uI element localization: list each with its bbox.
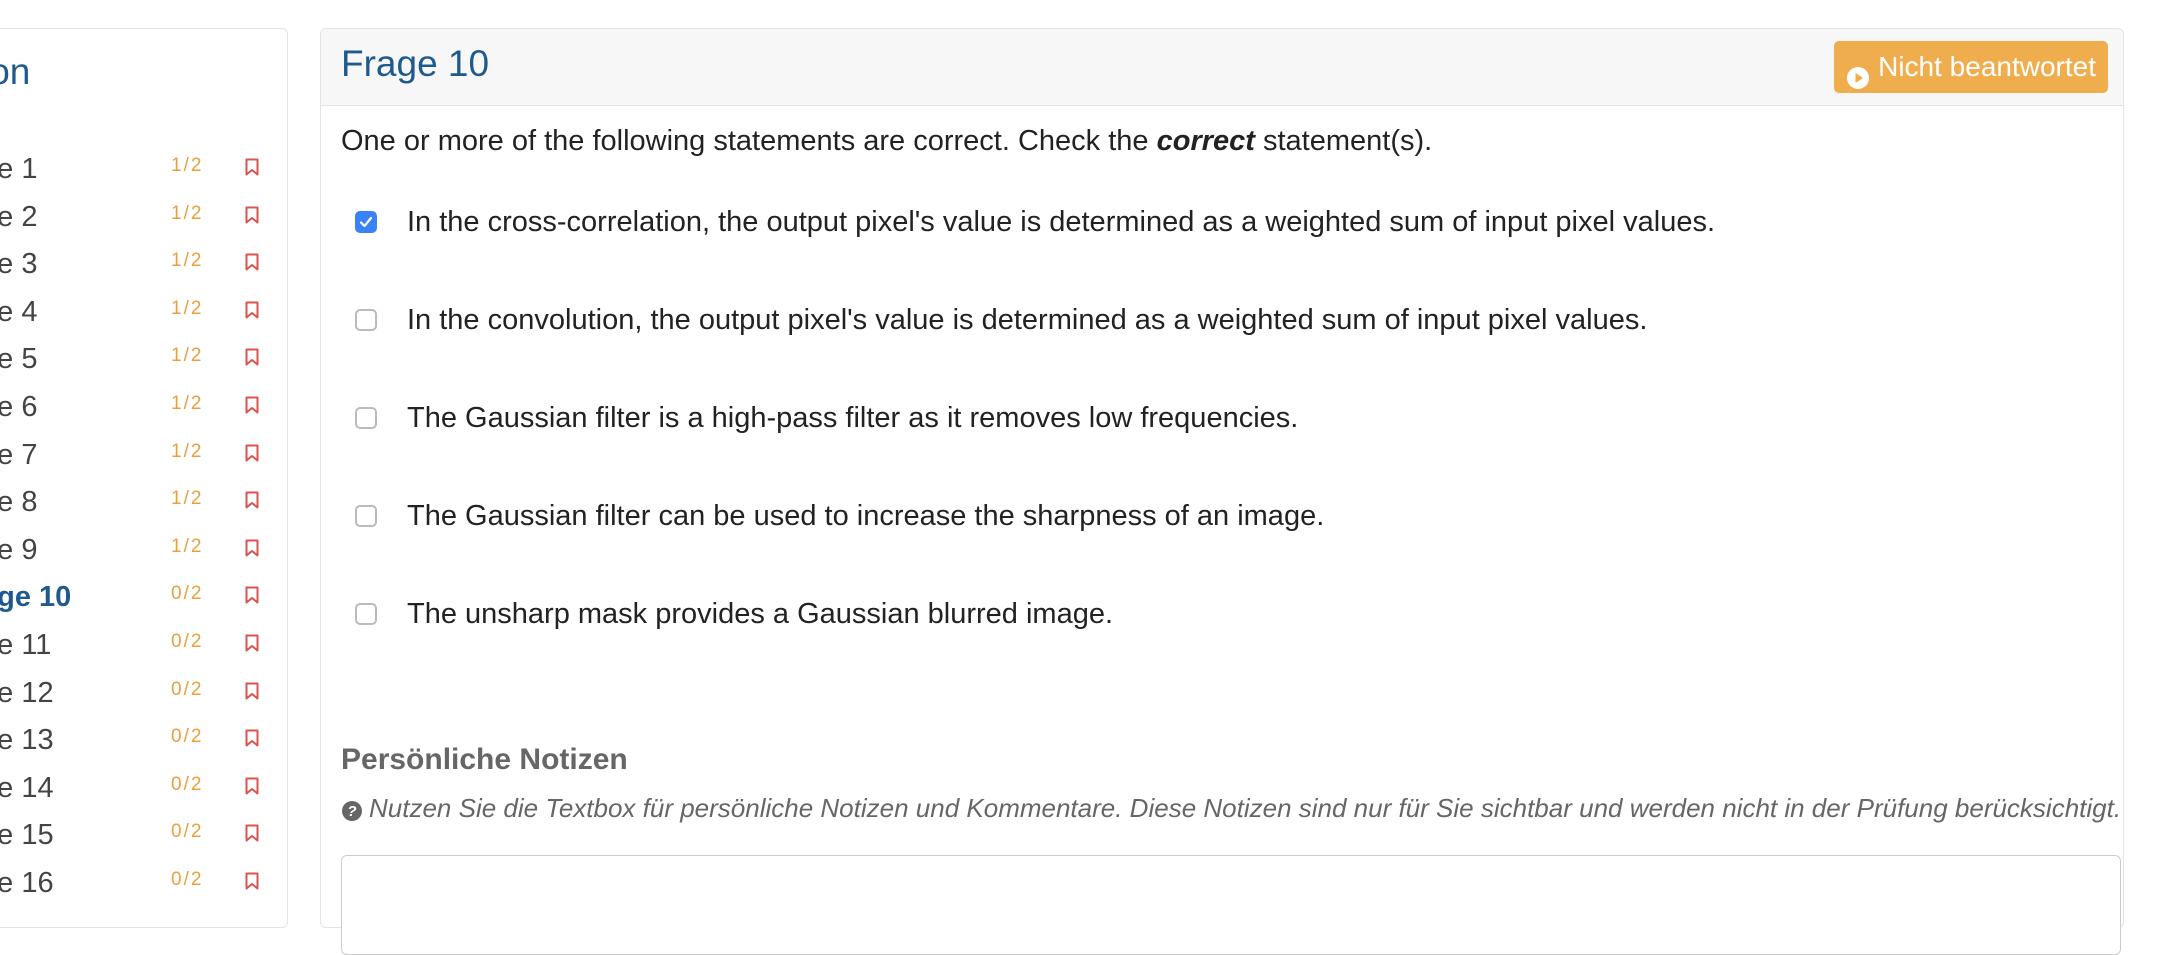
- question-nav-list: ge 1 1/2 ge 2 1/2 ge 3 1/2 ge 4 1/2 ge 5 1/2 ge 6 1…: [0, 145, 287, 907]
- bookmark-icon[interactable]: [245, 158, 259, 176]
- sidebar-item-score: 0/2: [171, 678, 204, 700]
- sidebar-item-score: 0/2: [171, 726, 204, 748]
- answer-option-5[interactable]: The unsharp mask provides a Gaussian blu…: [355, 591, 1715, 689]
- sidebar-item-5[interactable]: ge 5 1/2: [0, 335, 287, 383]
- sidebar-item-3[interactable]: ge 3 1/2: [0, 240, 287, 288]
- option-checkbox[interactable]: [355, 309, 377, 331]
- option-checkbox[interactable]: [355, 505, 377, 527]
- option-text: In the convolution, the output pixel's v…: [407, 304, 1648, 336]
- sidebar-item-8[interactable]: ge 8 1/2: [0, 478, 287, 526]
- answer-option-4[interactable]: The Gaussian filter can be used to incre…: [355, 493, 1715, 591]
- sidebar-item-10[interactable]: age 10 0/2: [0, 573, 287, 621]
- sidebar-item-label: ge 5: [0, 343, 38, 376]
- sidebar-title: ion: [0, 51, 31, 92]
- bookmark-icon[interactable]: [245, 777, 259, 795]
- sidebar-item-score: 1/2: [171, 155, 204, 176]
- sidebar-item-label: ge 7: [0, 438, 38, 471]
- bookmark-icon[interactable]: [245, 348, 259, 366]
- svg-text:?: ?: [347, 803, 356, 820]
- sidebar-item-score: 0/2: [171, 630, 204, 652]
- sidebar-item-score: 1/2: [171, 440, 204, 462]
- status-badge: Nicht beantwortet: [1834, 41, 2108, 93]
- bookmark-icon[interactable]: [245, 396, 259, 414]
- sidebar-item-score: 1/2: [171, 392, 204, 414]
- sidebar-item-15[interactable]: ge 15 0/2: [0, 811, 287, 859]
- bookmark-icon[interactable]: [245, 824, 259, 842]
- sidebar-item-label: ge 16: [0, 866, 54, 899]
- sidebar-item-label: age 10: [0, 581, 72, 614]
- sidebar-item-score: 1/2: [171, 488, 204, 510]
- sidebar-item-score: 0/2: [171, 868, 204, 890]
- bookmark-icon[interactable]: [245, 634, 259, 652]
- sidebar-item-label: ge 11: [0, 628, 52, 661]
- sidebar-item-7[interactable]: ge 7 1/2: [0, 431, 287, 479]
- question-circle-icon: ?: [341, 798, 363, 821]
- sidebar-item-label: ge 12: [0, 676, 54, 709]
- play-circle-icon: [1846, 55, 1870, 89]
- option-checkbox[interactable]: [355, 211, 377, 233]
- sidebar-item-score: 1/2: [171, 250, 204, 272]
- bookmark-icon[interactable]: [245, 444, 259, 462]
- sidebar-item-11[interactable]: ge 11 0/2: [0, 621, 287, 669]
- sidebar-item-score: 1/2: [171, 202, 204, 224]
- bookmark-icon[interactable]: [245, 491, 259, 509]
- bookmark-icon[interactable]: [245, 729, 259, 747]
- answer-option-2[interactable]: In the convolution, the output pixel's v…: [355, 297, 1715, 395]
- bookmark-icon[interactable]: [245, 253, 259, 271]
- sidebar-item-14[interactable]: ge 14 0/2: [0, 764, 287, 812]
- status-badge-label: Nicht beantwortet: [1878, 51, 2096, 82]
- answer-option-1[interactable]: In the cross-correlation, the output pix…: [355, 199, 1715, 297]
- bookmark-icon[interactable]: [245, 301, 259, 319]
- sidebar-item-9[interactable]: ge 9 1/2: [0, 526, 287, 574]
- sidebar-item-label: ge 15: [0, 819, 54, 852]
- sidebar-item-12[interactable]: ge 12 0/2: [0, 669, 287, 717]
- question-title: Frage 10: [341, 43, 490, 84]
- notes-title: Persönliche Notizen: [341, 743, 628, 776]
- instruction-emphasis: correct: [1156, 125, 1255, 157]
- option-checkbox[interactable]: [355, 407, 377, 429]
- sidebar-item-label: ge 1: [0, 153, 38, 185]
- sidebar-item-label: ge 14: [0, 771, 54, 804]
- sidebar-item-label: ge 3: [0, 248, 38, 281]
- sidebar-item-label: ge 13: [0, 724, 54, 757]
- instruction-suffix: statement(s).: [1254, 125, 1433, 157]
- bookmark-icon[interactable]: [245, 682, 259, 700]
- sidebar-item-1[interactable]: ge 1 1/2: [0, 145, 287, 193]
- question-card: Frage 10 Nicht beantwortet One or more o…: [320, 28, 2124, 955]
- sidebar-item-score: 1/2: [171, 345, 204, 367]
- option-text: The Gaussian filter can be used to incre…: [407, 500, 1325, 532]
- sidebar-item-label: ge 2: [0, 200, 38, 233]
- sidebar-item-4[interactable]: ge 4 1/2: [0, 288, 287, 336]
- question-navigation-sidebar: ion ge 11/2ge 21/2ge 31/2ge 41/2ge 51/2g…: [0, 28, 288, 928]
- sidebar-item-score: 1/2: [171, 297, 204, 319]
- sidebar-item-score: 0/2: [171, 821, 204, 843]
- notes-textbox[interactable]: [341, 855, 2121, 955]
- option-text: The unsharp mask provides a Gaussian blu…: [407, 598, 1114, 630]
- answer-option-3[interactable]: The Gaussian filter is a high-pass filte…: [355, 395, 1715, 493]
- answer-options: In the cross-correlation, the output pix…: [355, 199, 1715, 689]
- notes-help: ? Nutzen Sie die Textbox für persönliche…: [341, 793, 2121, 824]
- notes-help-text: Nutzen Sie die Textbox für persönliche N…: [369, 793, 2122, 823]
- option-checkbox[interactable]: [355, 603, 377, 625]
- sidebar-item-label: ge 9: [0, 533, 38, 566]
- sidebar-item-label: ge 6: [0, 390, 38, 423]
- bookmark-icon[interactable]: [245, 206, 259, 224]
- bookmark-icon[interactable]: [245, 586, 259, 604]
- option-text: The Gaussian filter is a high-pass filte…: [407, 402, 1299, 434]
- sidebar-item-16[interactable]: ge 16 0/2: [0, 859, 287, 907]
- bookmark-icon[interactable]: [245, 539, 259, 557]
- sidebar-item-6[interactable]: ge 6 1/2: [0, 383, 287, 431]
- sidebar-item-score: 0/2: [171, 773, 204, 795]
- bookmark-icon[interactable]: [245, 872, 259, 890]
- sidebar-item-label: ge 8: [0, 486, 38, 519]
- sidebar-item-score: 1/2: [171, 535, 204, 557]
- question-header: Frage 10 Nicht beantwortet: [321, 29, 2123, 106]
- sidebar-item-label: ge 4: [0, 295, 38, 328]
- instruction-prefix: One or more of the following statements …: [341, 125, 1157, 157]
- option-text: In the cross-correlation, the output pix…: [407, 206, 1716, 238]
- sidebar-item-2[interactable]: ge 2 1/2: [0, 193, 287, 241]
- question-instruction: One or more of the following statements …: [341, 125, 1432, 158]
- sidebar-item-13[interactable]: ge 13 0/2: [0, 716, 287, 764]
- sidebar-item-score: 0/2: [171, 583, 204, 605]
